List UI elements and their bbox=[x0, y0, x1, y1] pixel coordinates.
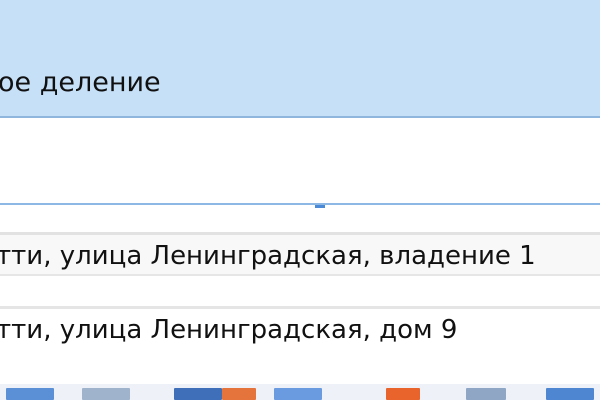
gray-tile-icon[interactable] bbox=[466, 388, 506, 400]
blue-tile-icon[interactable] bbox=[6, 388, 54, 400]
content-panel bbox=[0, 118, 600, 204]
blue-tile-icon[interactable] bbox=[546, 388, 594, 400]
orange-tile-icon[interactable] bbox=[222, 388, 256, 400]
orange-tile-icon[interactable] bbox=[386, 388, 420, 400]
panel-divider bbox=[0, 203, 600, 205]
blue-tile-icon[interactable] bbox=[274, 388, 322, 400]
address-text: тти, улица Ленинградская, дом 9 bbox=[0, 315, 458, 345]
gray-tile-icon[interactable] bbox=[82, 388, 130, 400]
bottom-toolbar bbox=[0, 384, 600, 400]
address-list-item[interactable]: тти, улица Ленинградская, дом 9 bbox=[0, 306, 600, 350]
address-text: тти, улица Ленинградская, владение 1 bbox=[0, 241, 536, 271]
resize-handle[interactable] bbox=[315, 205, 325, 208]
header-bar: ое деление bbox=[0, 0, 600, 118]
blue-tile-icon[interactable] bbox=[174, 388, 222, 400]
address-list-item[interactable]: тти, улица Ленинградская, владение 1 bbox=[0, 232, 600, 276]
section-title: ое деление bbox=[0, 67, 161, 98]
app-window: ое деление тти, улица Ленинградская, вла… bbox=[0, 0, 600, 400]
